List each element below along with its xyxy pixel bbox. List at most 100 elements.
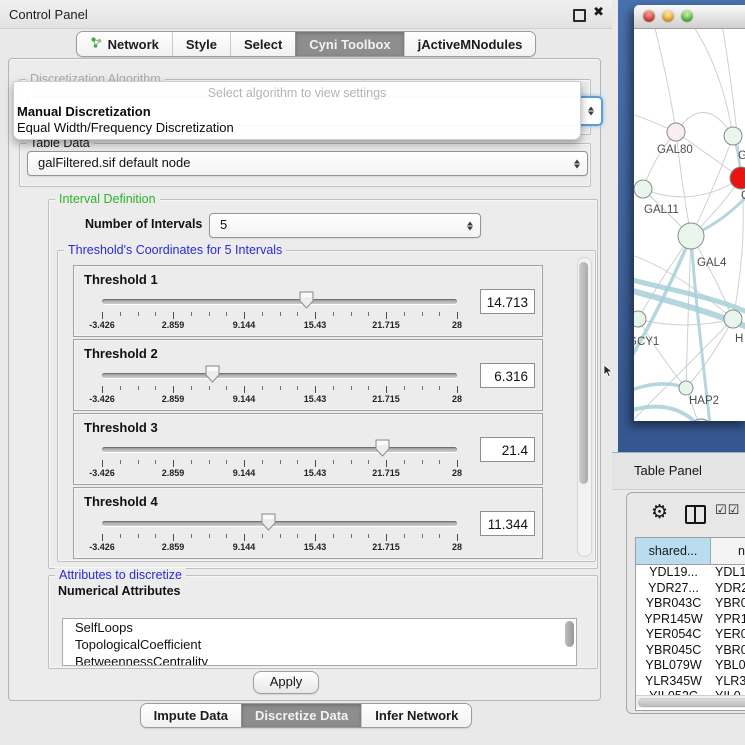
table-row[interactable]: YLR345WYLR3 bbox=[636, 674, 745, 690]
tab-cyni-toolbox[interactable]: Cyni Toolbox bbox=[295, 32, 403, 56]
table-row[interactable]: YPR145WYPR1 bbox=[636, 612, 745, 628]
scrollbar-thumb[interactable] bbox=[579, 262, 588, 484]
restore-icon[interactable] bbox=[573, 9, 586, 22]
cell-name[interactable]: YDL1 bbox=[711, 565, 745, 581]
close-traffic-light-icon[interactable] bbox=[643, 10, 655, 22]
network-node-gcy1[interactable] bbox=[634, 311, 646, 327]
number-of-intervals-combobox[interactable]: 5 bbox=[209, 213, 481, 238]
column-header-shared-name[interactable]: shared... bbox=[636, 538, 711, 564]
slider-track[interactable] bbox=[102, 373, 457, 378]
network-node-gal80[interactable] bbox=[667, 123, 685, 141]
network-node-gal4[interactable] bbox=[678, 223, 704, 249]
table-row[interactable]: YDR27...YDR2 bbox=[636, 581, 745, 597]
threshold-value-field[interactable]: 11.344 bbox=[480, 511, 535, 536]
slider-tick bbox=[173, 534, 174, 541]
tab-network[interactable]: Network bbox=[77, 32, 172, 56]
tab-jactivemnodules[interactable]: jActiveMNodules bbox=[404, 32, 536, 56]
tab-select[interactable]: Select bbox=[230, 32, 295, 56]
table-row[interactable]: YER054CYER0 bbox=[636, 627, 745, 643]
tab-impute-data[interactable]: Impute Data bbox=[141, 704, 241, 727]
slider-track[interactable] bbox=[102, 299, 457, 304]
list-item-betweennesscentrality[interactable]: BetweennessCentrality bbox=[63, 653, 576, 666]
select-columns-checkboxes-icon[interactable]: ☑☑ bbox=[715, 503, 740, 518]
tab-style[interactable]: Style bbox=[172, 32, 230, 56]
attributes-group: Attributes to discretize Numerical Attri… bbox=[48, 575, 598, 669]
slider-tick bbox=[138, 534, 139, 538]
slider-thumb[interactable] bbox=[205, 365, 220, 383]
thresholds-vertical-scrollbar[interactable] bbox=[577, 257, 592, 557]
zoom-traffic-light-icon[interactable] bbox=[681, 10, 693, 22]
column-header-name[interactable]: n... bbox=[711, 538, 745, 564]
tab-infer-network[interactable]: Infer Network bbox=[361, 704, 471, 727]
threshold-slider[interactable]: -3.4262.8599.14415.4321.71528 bbox=[102, 290, 457, 332]
scrollbar-thumb[interactable] bbox=[638, 698, 745, 707]
list-scrollbar-thumb[interactable] bbox=[565, 621, 574, 647]
cell-name[interactable]: YBR0 bbox=[711, 596, 745, 612]
tab-discretize-data[interactable]: Discretize Data bbox=[241, 704, 361, 727]
menu-item-equal-width-frequency[interactable]: Equal Width/Frequency Discretization bbox=[17, 120, 234, 135]
slider-tick-label: 28 bbox=[452, 394, 462, 404]
threshold-value-field[interactable]: 6.316 bbox=[480, 363, 535, 388]
numerical-attributes-list[interactable]: SelfLoopsTopologicalCoefficientBetweenne… bbox=[62, 618, 577, 666]
slider-thumb[interactable] bbox=[299, 291, 314, 309]
slider-tick bbox=[280, 460, 281, 464]
slider-tick bbox=[315, 534, 316, 541]
slider-tick bbox=[138, 460, 139, 464]
table-row[interactable]: YBR043CYBR0 bbox=[636, 596, 745, 612]
cell-name[interactable]: YPR1 bbox=[711, 612, 745, 628]
network-canvas[interactable]: GAL80GACGAL11GAL4GCY1HHAP2 bbox=[634, 29, 745, 421]
cell-shared-name[interactable]: YER054C bbox=[636, 627, 711, 643]
threshold-panel-2: Threshold 2 -3.4262.8599.14415.4321.71528… bbox=[73, 339, 543, 411]
network-node-gal11[interactable] bbox=[634, 180, 652, 198]
slider-tick bbox=[315, 312, 316, 319]
slider-track[interactable] bbox=[102, 447, 457, 452]
table-row[interactable]: YDL19...YDL1 bbox=[636, 565, 745, 581]
tab-label: jActiveMNodules bbox=[418, 37, 523, 52]
cell-shared-name[interactable]: YBL079W bbox=[636, 658, 711, 674]
cell-shared-name[interactable]: YDL19... bbox=[636, 565, 711, 581]
cell-shared-name[interactable]: YDR27... bbox=[636, 581, 711, 597]
gear-icon[interactable]: ⚙ bbox=[651, 501, 668, 523]
threshold-value-field[interactable]: 14.713 bbox=[480, 289, 535, 314]
cell-shared-name[interactable]: YLR345W bbox=[636, 674, 711, 690]
network-node-h[interactable] bbox=[724, 310, 742, 328]
cyni-toolbox-panel: Discretization Algorithm Select algorith… bbox=[8, 58, 601, 701]
threshold-slider[interactable]: -3.4262.8599.14415.4321.71528 bbox=[102, 512, 457, 554]
slider-tick bbox=[404, 386, 405, 390]
menu-item-manual-discretization[interactable]: Manual Discretization bbox=[17, 104, 151, 119]
table-row[interactable]: YBR045CYBR0 bbox=[636, 643, 745, 659]
cell-shared-name[interactable]: YBR043C bbox=[636, 596, 711, 612]
slider-tick-label: -3.426 bbox=[89, 394, 115, 404]
minimize-traffic-light-icon[interactable] bbox=[662, 10, 674, 22]
cell-name[interactable]: YBL0 bbox=[711, 658, 745, 674]
list-item-selfloops[interactable]: SelfLoops bbox=[63, 619, 576, 636]
cell-name[interactable]: YER0 bbox=[711, 627, 745, 643]
slider-tick bbox=[333, 534, 334, 538]
threshold-slider[interactable]: -3.4262.8599.14415.4321.71528 bbox=[102, 364, 457, 406]
network-node-ga[interactable] bbox=[724, 127, 742, 145]
threshold-value-field[interactable]: 21.4 bbox=[480, 437, 535, 462]
slider-tick bbox=[262, 312, 263, 316]
slider-thumb[interactable] bbox=[375, 439, 390, 457]
network-node-hap2[interactable] bbox=[679, 381, 693, 395]
slider-thumb[interactable] bbox=[261, 513, 276, 531]
slider-tick bbox=[439, 386, 440, 390]
column-layout-icon[interactable] bbox=[685, 505, 706, 524]
close-icon[interactable]: ✖ bbox=[593, 5, 604, 20]
table-horizontal-scrollbar[interactable] bbox=[636, 695, 745, 708]
apply-button[interactable]: Apply bbox=[253, 671, 319, 694]
table-data-combobox[interactable]: galFiltered.sif default node bbox=[27, 151, 588, 176]
slider-track[interactable] bbox=[102, 521, 457, 526]
node-table[interactable]: shared...n... YDL19...YDL1YDR27...YDR2YB… bbox=[635, 537, 745, 711]
network-node-c[interactable] bbox=[730, 167, 745, 189]
table-row[interactable]: YBL079WYBL0 bbox=[636, 658, 745, 674]
node-label-c: C bbox=[741, 190, 745, 202]
threshold-label: Threshold 2 bbox=[84, 346, 158, 361]
list-item-topologicalcoefficient[interactable]: TopologicalCoefficient bbox=[63, 636, 576, 653]
cell-shared-name[interactable]: YPR145W bbox=[636, 612, 711, 628]
cell-shared-name[interactable]: YBR045C bbox=[636, 643, 711, 659]
threshold-slider[interactable]: -3.4262.8599.14415.4321.71528 bbox=[102, 438, 457, 480]
cell-name[interactable]: YLR3 bbox=[711, 674, 745, 690]
cell-name[interactable]: YDR2 bbox=[711, 581, 745, 597]
cell-name[interactable]: YBR0 bbox=[711, 643, 745, 659]
